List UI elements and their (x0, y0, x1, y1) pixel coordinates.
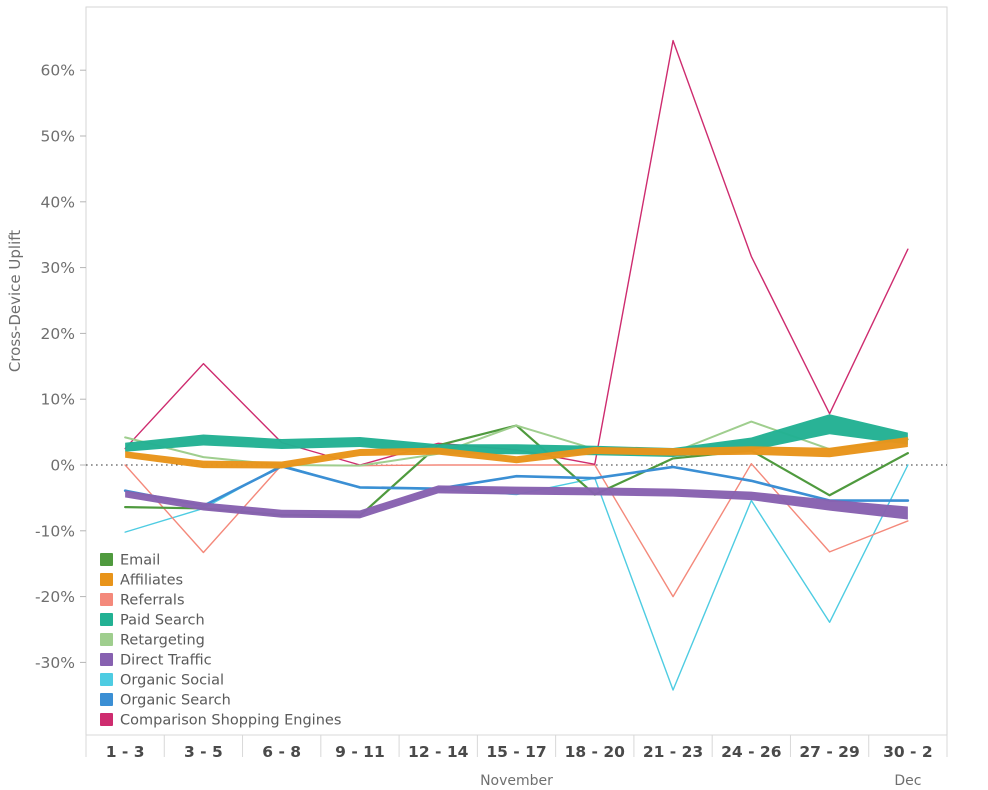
legend-swatch (100, 593, 113, 606)
legend-label: Organic Social (120, 673, 224, 689)
x-tick-label[interactable]: 30 - 2 (883, 743, 933, 761)
y-tick-label: 20% (41, 325, 75, 343)
legend-swatch (100, 653, 113, 666)
legend-swatch (100, 693, 113, 706)
x-tick-label[interactable]: 24 - 26 (721, 743, 781, 761)
legend-item-comparison-shopping-engines[interactable]: Comparison Shopping Engines (100, 713, 341, 729)
x-tick-label[interactable]: 6 - 8 (262, 743, 301, 761)
x-axis-month-label: Dec (894, 773, 921, 789)
y-tick-label: 0% (50, 457, 75, 475)
y-tick-label: -20% (35, 588, 75, 606)
x-axis-month-label: November (480, 773, 553, 789)
legend-swatch (100, 553, 113, 566)
y-tick-label: 40% (41, 193, 75, 211)
chart-canvas: 60% 50% 40% 30% 20% 10% 0% -10% -20% -30% Cross-D… (0, 0, 988, 790)
x-tick-label[interactable]: 18 - 20 (565, 743, 626, 761)
y-tick-label: 10% (41, 391, 75, 409)
y-tick-label: -10% (35, 522, 75, 540)
cross-device-uplift-chart: 60% 50% 40% 30% 20% 10% 0% -10% -20% -30% Cross-D… (0, 0, 988, 790)
x-tick-label[interactable]: 15 - 17 (486, 743, 546, 761)
legend-label: Paid Search (120, 613, 205, 629)
legend-swatch (100, 673, 113, 686)
y-axis-title-text: Cross-Device Uplift (6, 230, 24, 372)
x-tick-label[interactable]: 21 - 23 (643, 743, 703, 761)
y-tick-label: 50% (41, 128, 75, 146)
legend-label: Retargeting (120, 633, 205, 649)
legend-label: Direct Traffic (120, 653, 212, 669)
x-tick-label[interactable]: 12 - 14 (408, 743, 469, 761)
legend-swatch (100, 713, 113, 726)
x-tick-label[interactable]: 9 - 11 (335, 743, 385, 761)
legend-item-organic-search[interactable]: Organic Search (100, 693, 231, 709)
y-axis-title: Cross-Device Uplift (6, 230, 24, 372)
x-tick-label[interactable]: 27 - 29 (799, 743, 859, 761)
legend-label: Affiliates (120, 573, 183, 589)
chart-background (0, 0, 988, 790)
y-tick-label: 60% (41, 62, 75, 80)
legend-label: Organic Search (120, 693, 231, 709)
legend-label: Email (120, 553, 160, 569)
legend-label: Comparison Shopping Engines (120, 713, 341, 729)
y-tick-label: 30% (41, 259, 75, 277)
legend-swatch (100, 613, 113, 626)
legend-swatch (100, 573, 113, 586)
x-tick-label[interactable]: 1 - 3 (106, 743, 145, 761)
y-tick-label: -30% (35, 654, 75, 672)
legend-label: Referrals (120, 593, 185, 609)
x-tick-label[interactable]: 3 - 5 (184, 743, 223, 761)
legend-swatch (100, 633, 113, 646)
